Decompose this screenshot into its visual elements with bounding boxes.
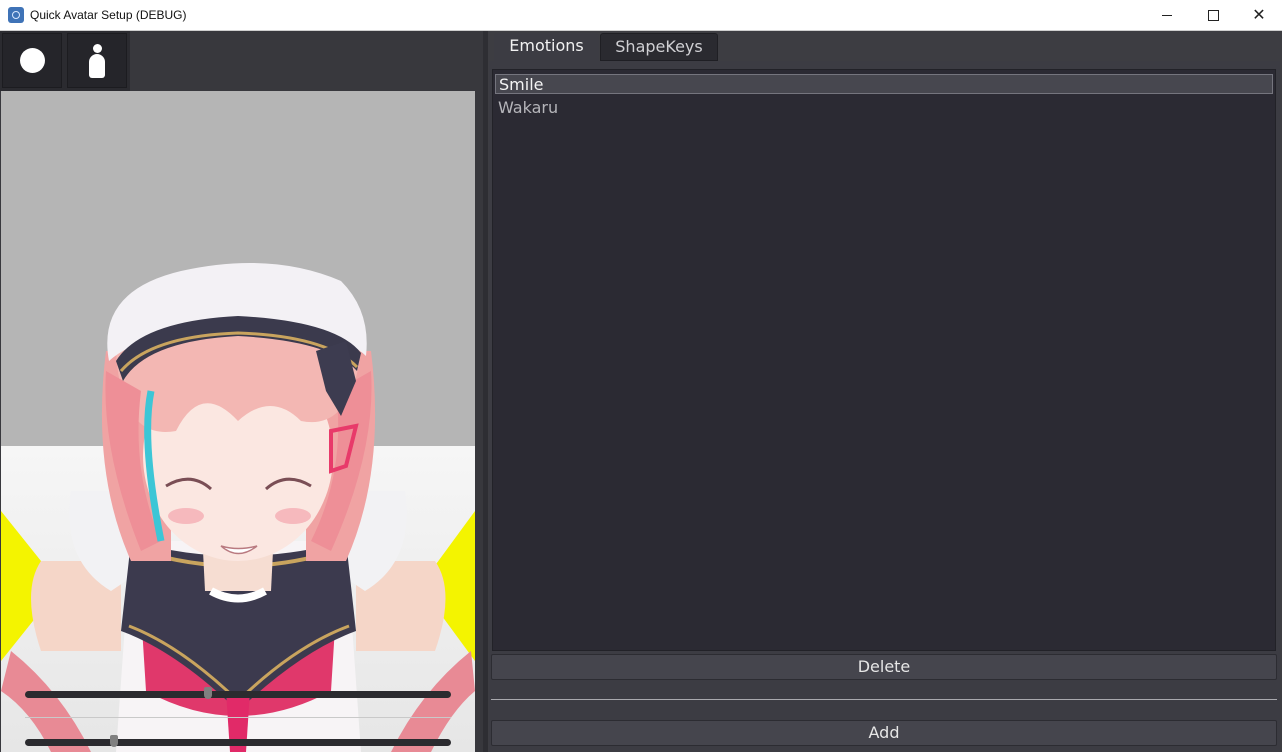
emotions-list[interactable]: Smile Wakaru	[492, 69, 1276, 651]
avatar-viewport[interactable]	[1, 91, 475, 752]
viewport-slider-2[interactable]	[25, 735, 451, 747]
person-icon	[88, 43, 106, 78]
viewport-slider-1[interactable]	[25, 687, 451, 699]
title-bar: Quick Avatar Setup (DEBUG) ✕	[0, 0, 1282, 31]
window-title: Quick Avatar Setup (DEBUG)	[30, 8, 187, 22]
circle-icon	[19, 48, 45, 73]
maximize-icon	[1207, 9, 1219, 21]
tab-bar: Emotions ShapeKeys	[490, 31, 1282, 61]
preview-region	[0, 31, 487, 752]
panel-splitter[interactable]	[483, 31, 488, 752]
maximize-button[interactable]	[1190, 0, 1236, 30]
minimize-button[interactable]	[1144, 0, 1190, 30]
emotion-name-input[interactable]	[491, 699, 1277, 700]
emotions-panel: Smile Wakaru Delete Add	[489, 61, 1280, 752]
close-button[interactable]: ✕	[1236, 0, 1282, 30]
minimize-icon	[1162, 14, 1172, 16]
slider-thumb-2[interactable]	[110, 735, 119, 747]
add-button[interactable]: Add	[491, 720, 1277, 746]
app-icon	[8, 7, 24, 23]
slider-thumb-1[interactable]	[204, 687, 213, 699]
tab-shapekeys[interactable]: ShapeKeys	[600, 33, 718, 61]
view-toolbar	[0, 31, 130, 91]
slider-separator	[25, 717, 451, 718]
avatar-model	[1, 263, 475, 752]
tab-emotions[interactable]: Emotions	[494, 33, 599, 61]
close-icon: ✕	[1252, 5, 1266, 24]
list-item[interactable]: Smile	[495, 74, 1273, 94]
list-item[interactable]: Wakaru	[495, 98, 1273, 118]
circle-view-button[interactable]	[2, 33, 62, 88]
avatar-view-button[interactable]	[67, 33, 127, 88]
delete-button[interactable]: Delete	[491, 654, 1277, 680]
